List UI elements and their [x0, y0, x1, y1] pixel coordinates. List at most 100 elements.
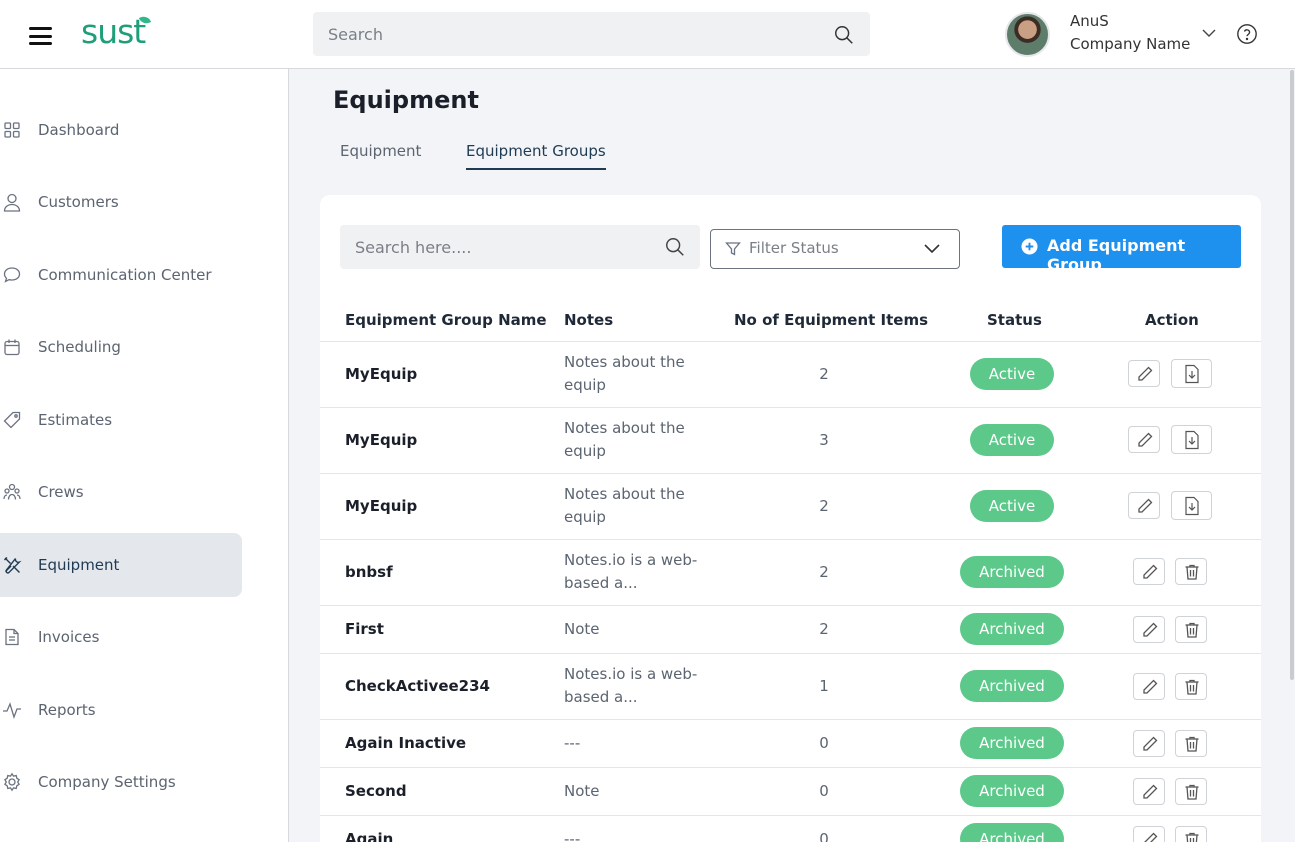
trash-icon: [1185, 564, 1199, 580]
delete-button[interactable]: [1175, 616, 1207, 643]
group-item-count: 0: [819, 734, 829, 752]
delete-button[interactable]: [1175, 558, 1207, 585]
edit-button[interactable]: [1133, 778, 1165, 805]
edit-button[interactable]: [1133, 730, 1165, 757]
filter-status-label: Filter Status: [749, 239, 839, 257]
download-button[interactable]: [1171, 425, 1212, 454]
group-item-count: 0: [819, 830, 829, 842]
group-item-count: 2: [819, 563, 829, 581]
column-header-status[interactable]: Status: [987, 311, 1042, 329]
avatar[interactable]: [1005, 12, 1050, 57]
download-button[interactable]: [1171, 491, 1212, 520]
sidebar-item-reports[interactable]: Reports: [0, 678, 242, 742]
delete-button[interactable]: [1175, 673, 1207, 700]
group-notes: Notes.io is a web-based a...: [564, 665, 698, 706]
document-icon: [5, 628, 19, 646]
edit-button[interactable]: [1133, 616, 1165, 643]
edit-button[interactable]: [1133, 558, 1165, 585]
page-scrollbar-thumb[interactable]: [1290, 70, 1294, 680]
column-header-action: Action: [1145, 311, 1199, 329]
chevron-down-icon[interactable]: [1200, 26, 1218, 40]
search-icon[interactable]: [833, 24, 855, 46]
pencil-icon: [1143, 679, 1158, 694]
edit-button[interactable]: [1133, 826, 1165, 842]
table-row: Again --- 0 Archived: [320, 815, 1261, 842]
company-name: Company Name: [1070, 35, 1191, 53]
sidebar-item-label: Communication Center: [38, 266, 212, 284]
filter-status-dropdown[interactable]: Filter Status: [710, 229, 960, 269]
pencil-icon: [1143, 564, 1158, 579]
trash-icon: [1185, 622, 1199, 638]
chat-icon: [3, 267, 21, 283]
plus-circle-icon: [1021, 238, 1038, 255]
delete-button[interactable]: [1175, 730, 1207, 757]
status-badge: Active: [970, 424, 1054, 456]
tab-equipment[interactable]: Equipment: [340, 142, 421, 168]
user-name: AnuS: [1070, 12, 1109, 30]
status-badge: Archived: [960, 727, 1064, 759]
sidebar: Dashboard Customers Communication Center…: [0, 69, 289, 842]
edit-button[interactable]: [1128, 426, 1160, 453]
logo[interactable]: sust: [81, 12, 146, 51]
edit-button[interactable]: [1128, 492, 1160, 519]
tab-equipment-groups[interactable]: Equipment Groups: [466, 142, 606, 170]
delete-button[interactable]: [1175, 778, 1207, 805]
column-header-item-count[interactable]: No of Equipment Items: [734, 311, 928, 329]
download-button[interactable]: [1171, 359, 1212, 388]
status-badge: Archived: [960, 775, 1064, 807]
sidebar-item-crews[interactable]: Crews: [0, 460, 242, 524]
sidebar-item-communication-center[interactable]: Communication Center: [0, 243, 242, 307]
status-badge: Archived: [960, 556, 1064, 588]
group-name: bnbsf: [345, 563, 393, 581]
group-item-count: 2: [819, 497, 829, 515]
sidebar-item-label: Crews: [38, 483, 84, 501]
group-name: MyEquip: [345, 365, 418, 383]
group-notes: ---: [564, 734, 581, 752]
pencil-icon: [1143, 784, 1158, 799]
column-header-name[interactable]: Equipment Group Name: [345, 311, 547, 329]
group-name: Again: [345, 830, 394, 842]
group-notes: Notes.io is a web-based a...: [564, 551, 698, 592]
global-search-input[interactable]: [313, 12, 870, 56]
column-header-notes[interactable]: Notes: [564, 311, 613, 329]
group-notes: Notes about the equip: [564, 485, 685, 526]
table-row: Second Note 0 Archived: [320, 767, 1261, 815]
sidebar-item-company-settings[interactable]: Company Settings: [0, 750, 242, 814]
trash-icon: [1185, 679, 1199, 695]
table-row: MyEquip Notes about the equip 2 Active: [320, 473, 1261, 539]
edit-button[interactable]: [1133, 673, 1165, 700]
file-download-icon: [1185, 430, 1199, 450]
menu-icon[interactable]: [29, 27, 52, 45]
pencil-icon: [1143, 736, 1158, 751]
sidebar-item-label: Estimates: [38, 411, 113, 429]
sidebar-item-dashboard[interactable]: Dashboard: [0, 98, 242, 162]
group-notes: ---: [564, 830, 581, 842]
pencil-icon: [1138, 432, 1153, 447]
table-row: MyEquip Notes about the equip 3 Active: [320, 407, 1261, 473]
status-badge: Archived: [960, 823, 1064, 842]
group-item-count: 2: [819, 620, 829, 638]
group-item-count: 3: [819, 431, 829, 449]
search-icon[interactable]: [664, 236, 686, 258]
calendar-icon: [4, 339, 20, 356]
sidebar-item-invoices[interactable]: Invoices: [0, 605, 242, 669]
delete-button[interactable]: [1175, 826, 1207, 842]
sidebar-item-estimates[interactable]: Estimates: [0, 388, 242, 452]
group-item-count: 2: [819, 365, 829, 383]
help-icon[interactable]: [1236, 23, 1258, 45]
pencil-icon: [1143, 622, 1158, 637]
tools-icon: [4, 557, 22, 574]
add-equipment-group-button[interactable]: Add Equipment Group: [1002, 225, 1241, 274]
sidebar-item-label: Customers: [38, 193, 119, 211]
sidebar-item-equipment[interactable]: Equipment: [0, 533, 242, 597]
trash-icon: [1185, 784, 1199, 800]
sidebar-item-scheduling[interactable]: Scheduling: [0, 315, 242, 379]
table-search-input[interactable]: [340, 225, 700, 269]
table-row: First Note 2 Archived: [320, 605, 1261, 653]
group-notes: Note: [564, 782, 600, 800]
status-badge: Archived: [960, 670, 1064, 702]
edit-button[interactable]: [1128, 360, 1160, 387]
sidebar-item-customers[interactable]: Customers: [0, 170, 242, 234]
people-icon: [3, 483, 21, 500]
page-title: Equipment: [333, 86, 479, 114]
